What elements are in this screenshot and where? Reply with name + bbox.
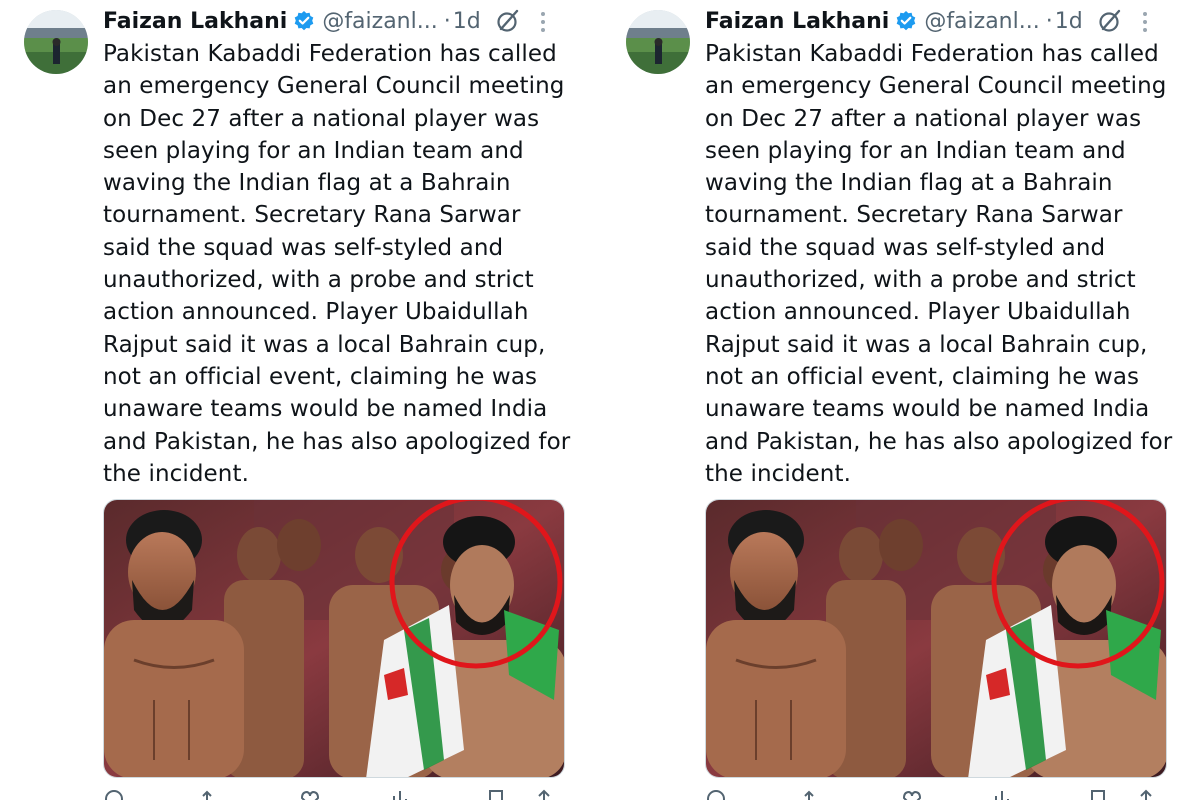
- separator-dot: ·: [1045, 8, 1053, 34]
- bookmark-icon[interactable]: [485, 788, 507, 800]
- timestamp[interactable]: 1d: [453, 9, 481, 34]
- avatar[interactable]: [24, 10, 88, 74]
- verified-badge-icon: [895, 10, 917, 32]
- avatar[interactable]: [626, 10, 690, 74]
- tweet-media-image[interactable]: [705, 499, 1167, 778]
- tweet-text: Pakistan Kabaddi Federation has called a…: [103, 41, 571, 487]
- like-icon[interactable]: [299, 788, 321, 800]
- repost-icon[interactable]: [199, 788, 221, 800]
- tweet-text: Pakistan Kabaddi Federation has called a…: [705, 41, 1173, 487]
- tweet-media-image[interactable]: [103, 499, 565, 778]
- like-icon[interactable]: [901, 788, 923, 800]
- repost-icon[interactable]: [801, 788, 823, 800]
- reply-icon[interactable]: [705, 788, 727, 800]
- reply-icon[interactable]: [103, 788, 125, 800]
- author-handle[interactable]: @faizanl...: [322, 9, 437, 34]
- views-icon[interactable]: [991, 788, 1013, 800]
- views-icon[interactable]: [389, 788, 411, 800]
- tweet-card[interactable]: Faizan Lakhani @faizanl... · 1d Pakistan…: [0, 0, 600, 800]
- more-options-icon[interactable]: [538, 10, 548, 34]
- timestamp[interactable]: 1d: [1055, 9, 1083, 34]
- author-handle[interactable]: @faizanl...: [924, 9, 1039, 34]
- grok-icon[interactable]: [495, 8, 521, 34]
- tweet-header: Faizan Lakhani @faizanl... · 1d: [103, 4, 573, 38]
- more-options-icon[interactable]: [1140, 10, 1150, 34]
- share-icon[interactable]: [1135, 788, 1157, 800]
- tweet-actions: [705, 788, 1165, 800]
- author-name[interactable]: Faizan Lakhani: [103, 9, 287, 34]
- author-name[interactable]: Faizan Lakhani: [705, 9, 889, 34]
- grok-icon[interactable]: [1097, 8, 1123, 34]
- tweet-header: Faizan Lakhani @faizanl... · 1d: [705, 4, 1175, 38]
- share-icon[interactable]: [533, 788, 555, 800]
- tweet-card[interactable]: Faizan Lakhani @faizanl... · 1d Pakistan…: [602, 0, 1200, 800]
- verified-badge-icon: [293, 10, 315, 32]
- tweet-actions: [103, 788, 563, 800]
- bookmark-icon[interactable]: [1087, 788, 1109, 800]
- separator-dot: ·: [443, 8, 451, 34]
